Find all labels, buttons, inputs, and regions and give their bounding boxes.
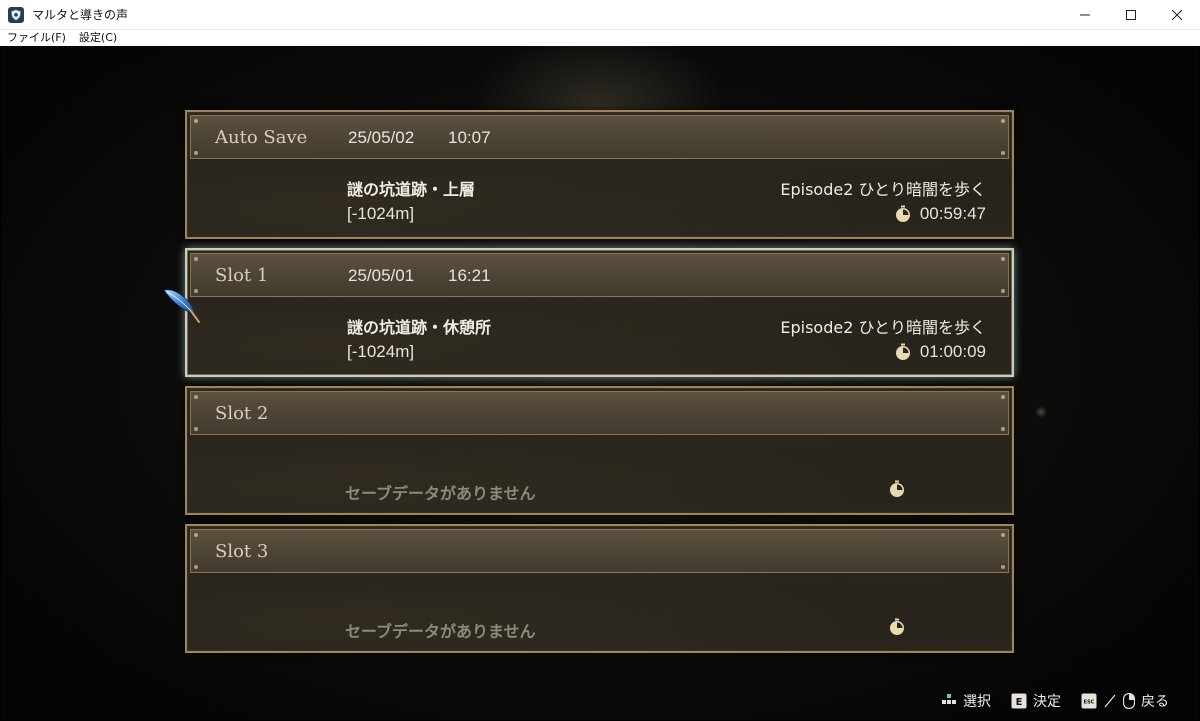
window-titlebar: マルタと導きの声 [0,0,1200,30]
menu-settings[interactable]: 設定(C) [79,30,117,46]
save-slot-2[interactable]: Slot 2 セーブデータがありません [185,386,1014,515]
menu-bar: ファイル(F) 設定(C) [0,30,1200,46]
stopwatch-icon [890,618,904,635]
slot-time: 16:21 [448,266,491,285]
window-controls [1062,0,1200,30]
stopwatch-icon [895,343,910,360]
slot-header: Slot 1 25/05/01 16:21 [190,253,1009,297]
slot-location: 謎の坑道跡・上層 [347,180,476,199]
slash-separator-icon [1104,694,1116,708]
slot-header: Slot 2 [190,391,1009,435]
ambient-glint [1035,406,1047,418]
slot-name: Auto Save [215,127,308,148]
close-icon [1172,10,1182,20]
slot-episode: Episode2 ひとり暗闇を歩く [780,318,986,337]
slot-location: 謎の坑道跡・休憩所 [347,318,492,337]
stopwatch-icon [890,480,904,497]
close-button[interactable] [1154,0,1200,30]
slot-playtime-group: 01:00:09 [894,342,986,362]
slot-playtime: 00:59:47 [919,204,986,223]
slot-episode: Episode2 ひとり暗闇を歩く [780,180,986,199]
mouse-right-icon [1123,693,1135,709]
slot-empty-text: セーブデータがありません [345,484,536,503]
save-slot-autosave[interactable]: Auto Save 25/05/02 10:07 謎の坑道跡・上層 [-1024… [185,110,1014,239]
slot-name: Slot 3 [215,541,269,562]
slot-header: Auto Save 25/05/02 10:07 [190,115,1009,159]
window-title: マルタと導きの声 [32,8,129,22]
confirm-key-text: E [1016,697,1023,708]
app-shield-icon [8,6,24,23]
slot-depth: [-1024m] [347,204,415,223]
back-key-text: ESC [1084,700,1095,706]
e-key-icon: E [1011,693,1027,709]
guide-confirm-label: 決定 [1033,694,1061,710]
esc-key-icon: ESC [1081,693,1097,709]
minimize-icon [1080,14,1090,16]
save-slot-1[interactable]: Slot 1 25/05/01 16:21 謎の坑道跡・休憩所 [-1024m]… [185,248,1014,377]
slot-depth: [-1024m] [347,342,415,361]
menu-file[interactable]: ファイル(F) [7,30,66,46]
slot-playtime: 01:00:09 [919,342,986,361]
guide-select-label: 選択 [963,694,991,710]
maximize-button[interactable] [1108,0,1154,30]
guide-back-label: 戻る [1141,694,1169,710]
slot-date: 25/05/02 [348,128,415,147]
minimize-button[interactable] [1062,0,1108,30]
slot-empty-text: セーブデータがありません [345,622,536,641]
slot-date: 25/05/01 [348,266,415,285]
save-slot-3[interactable]: Slot 3 セーブデータがありません [185,524,1014,653]
slot-playtime-group: 00:59:47 [894,204,986,224]
dpad-icon [942,694,956,704]
maximize-icon [1126,10,1136,20]
slot-header: Slot 3 [190,529,1009,573]
slot-name: Slot 2 [215,403,269,424]
slot-time: 10:07 [448,128,491,147]
control-guide: 選択 E 決定 ESC 戻る [941,690,1169,712]
quill-icon [163,289,200,323]
stopwatch-icon [895,205,910,222]
game-screen: Auto Save 25/05/02 10:07 謎の坑道跡・上層 [-1024… [1,46,1199,720]
slot-name: Slot 1 [215,265,269,286]
